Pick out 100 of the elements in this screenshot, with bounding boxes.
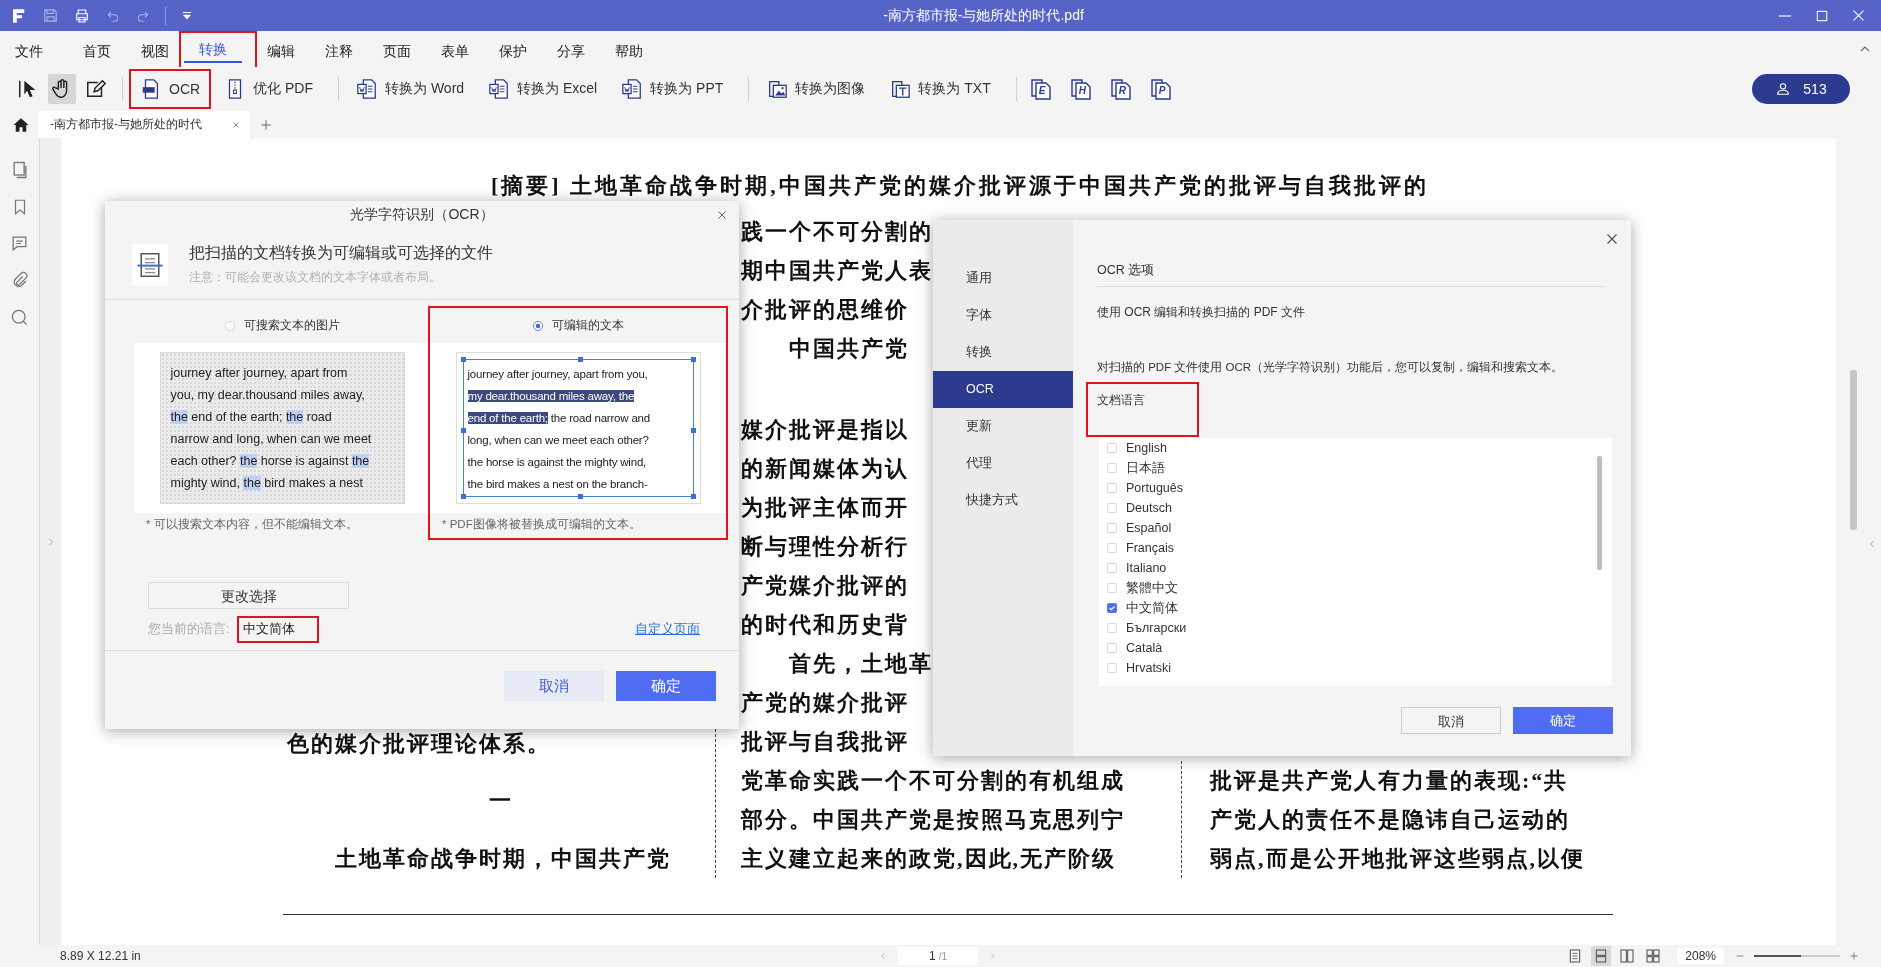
document-text: 土地革命战争时期，中国共产党 xyxy=(335,845,671,873)
nav-item[interactable]: 快捷方式 xyxy=(933,482,1073,519)
cancel-button[interactable]: 取消 xyxy=(1401,707,1501,734)
nav-item[interactable]: 转换 xyxy=(933,334,1073,371)
menu-item[interactable]: 转换 xyxy=(184,35,242,63)
language-option[interactable]: Français xyxy=(1126,541,1174,555)
nav-item[interactable]: 字体 xyxy=(933,297,1073,334)
confirm-button[interactable]: 确定 xyxy=(1513,707,1613,734)
language-option[interactable]: 繁體中文 xyxy=(1126,579,1178,597)
language-option[interactable]: 日本語 xyxy=(1126,459,1165,477)
resize-handle[interactable] xyxy=(460,428,466,433)
menu-item[interactable]: 首页 xyxy=(68,37,126,65)
hand-tool[interactable] xyxy=(48,74,76,104)
nav-item[interactable]: 更新 xyxy=(933,408,1073,445)
export-button[interactable]: H xyxy=(1068,76,1095,102)
dialog-title: 光学字符识别（OCR） xyxy=(350,206,494,224)
nav-item[interactable]: 代理 xyxy=(933,445,1073,482)
zoom-in-icon[interactable] xyxy=(1848,950,1860,962)
toolbar-button[interactable]: 转换为 Excel xyxy=(483,74,603,104)
radio-label[interactable]: 可编辑的文本 xyxy=(552,317,624,334)
scrollbar-thumb[interactable] xyxy=(1597,456,1602,570)
scrollbar-thumb[interactable] xyxy=(1850,370,1857,530)
view-mode-button[interactable] xyxy=(1591,946,1612,966)
menu-item[interactable]: 文件 xyxy=(0,37,58,65)
document-text: 期中国共产党人表 xyxy=(741,257,933,285)
nav-item[interactable]: OCR xyxy=(933,371,1073,408)
radio-label[interactable]: 可搜索文本的图片 xyxy=(244,317,340,334)
resize-handle[interactable] xyxy=(690,357,696,362)
export-button[interactable]: R xyxy=(1108,76,1135,102)
resize-handle[interactable] xyxy=(690,494,696,499)
document-text: [摘要] 土地革命战争时期,中国共产党的媒介批评源于中国共产党的批评与自我批评的 xyxy=(491,172,1429,200)
menu-item[interactable]: 编辑 xyxy=(252,37,310,65)
document-text: 色的媒介批评理论体系。 xyxy=(287,730,551,758)
document-text: 批评与自我批评 xyxy=(741,728,909,756)
section-heading: 文档语言 xyxy=(1086,382,1199,437)
document-text: 的时代和历史背 xyxy=(741,611,909,639)
toolbar-button[interactable]: 转换为 PPT xyxy=(616,74,729,104)
menu-item[interactable]: 帮助 xyxy=(600,37,658,65)
document-text: 中国共产党 xyxy=(789,335,909,363)
resize-handle[interactable] xyxy=(460,357,466,362)
checkbox[interactable] xyxy=(1106,602,1118,614)
custom-page-link[interactable]: 自定义页面 xyxy=(635,620,700,638)
language-option[interactable]: Català xyxy=(1126,641,1163,655)
scan-icon xyxy=(132,243,168,286)
document-text: 首先，土地革 xyxy=(789,650,933,678)
language-option[interactable]: English xyxy=(1126,441,1167,455)
confirm-button[interactable]: 确定 xyxy=(616,671,716,701)
page-total: /1 xyxy=(938,951,948,962)
export-button[interactable]: E xyxy=(1028,76,1055,102)
menu-item[interactable]: 分享 xyxy=(542,37,600,65)
nav-item[interactable]: 通用 xyxy=(933,260,1073,297)
language-option[interactable]: Português xyxy=(1126,481,1183,495)
document-text: 的新闻媒体为认 xyxy=(741,455,909,483)
cancel-button[interactable]: 取消 xyxy=(504,671,604,701)
language-option[interactable]: Български xyxy=(1126,621,1187,635)
language-option[interactable]: Español xyxy=(1126,521,1172,535)
dialog-heading: 把扫描的文档转换为可编辑或可选择的文件 xyxy=(189,243,493,263)
menu-item[interactable]: 视图 xyxy=(126,37,184,65)
toolbar-button[interactable]: OCR xyxy=(135,74,206,104)
menu-item[interactable]: 页面 xyxy=(368,37,426,65)
toolbar-button[interactable]: 转换为图像 xyxy=(761,74,871,104)
document-tab[interactable]: -南方都市报-与她所处的时代 xyxy=(38,111,250,138)
change-button[interactable]: 更改选择 xyxy=(148,582,349,609)
document-text: 断与理性分析行 xyxy=(741,533,909,561)
side-by-side-icon xyxy=(1619,948,1636,964)
page-number-field[interactable]: 1 /1 xyxy=(898,947,979,965)
section-title: OCR 选项 xyxy=(1097,258,1605,287)
language-option[interactable]: Deutsch xyxy=(1126,501,1172,515)
resize-handle[interactable] xyxy=(578,494,583,499)
language-option[interactable]: Hrvatski xyxy=(1126,661,1172,675)
save-icon[interactable] xyxy=(42,7,59,24)
resize-handle[interactable] xyxy=(460,494,466,499)
toolbar-button[interactable]: 优化 PDF xyxy=(219,74,318,104)
comment-icon[interactable] xyxy=(10,234,29,253)
menu-item[interactable]: 注释 xyxy=(310,37,368,65)
radio-button[interactable] xyxy=(532,319,544,332)
language-option[interactable]: 中文简体 xyxy=(1126,599,1178,617)
toolbar-button[interactable]: 转换为 TXT xyxy=(884,74,996,104)
document-text: 介批评的思维价 xyxy=(741,296,909,324)
toolbar-button[interactable]: 转换为 Word xyxy=(351,74,470,104)
picture-icon xyxy=(766,78,789,100)
print-icon[interactable] xyxy=(73,6,91,25)
search-icon[interactable] xyxy=(10,308,29,327)
document-icon xyxy=(1028,76,1053,100)
language-label: 您当前的语言: xyxy=(148,620,230,638)
document-text: 弱点,而是公开地批评这些弱点,以便 xyxy=(1210,845,1585,873)
document-icon xyxy=(889,78,912,100)
menu-item[interactable]: 保护 xyxy=(484,37,542,65)
resize-handle[interactable] xyxy=(690,428,696,433)
menu-item[interactable]: 表单 xyxy=(426,37,484,65)
user-button[interactable]: 513 xyxy=(1752,74,1850,104)
note-text: 注意：可能会更改该文档的文本字体或者布局。 xyxy=(189,269,442,286)
language-option[interactable]: Italiano xyxy=(1126,561,1167,575)
resize-handle[interactable] xyxy=(578,357,583,362)
document-icon xyxy=(621,78,644,100)
document-icon xyxy=(1068,76,1093,100)
pencil-icon xyxy=(85,78,107,100)
zoom-field[interactable]: 208% xyxy=(1677,948,1724,964)
document-text: 部分。中国共产党是按照马克思列宁 xyxy=(741,806,1125,834)
export-button[interactable]: P xyxy=(1148,76,1175,102)
